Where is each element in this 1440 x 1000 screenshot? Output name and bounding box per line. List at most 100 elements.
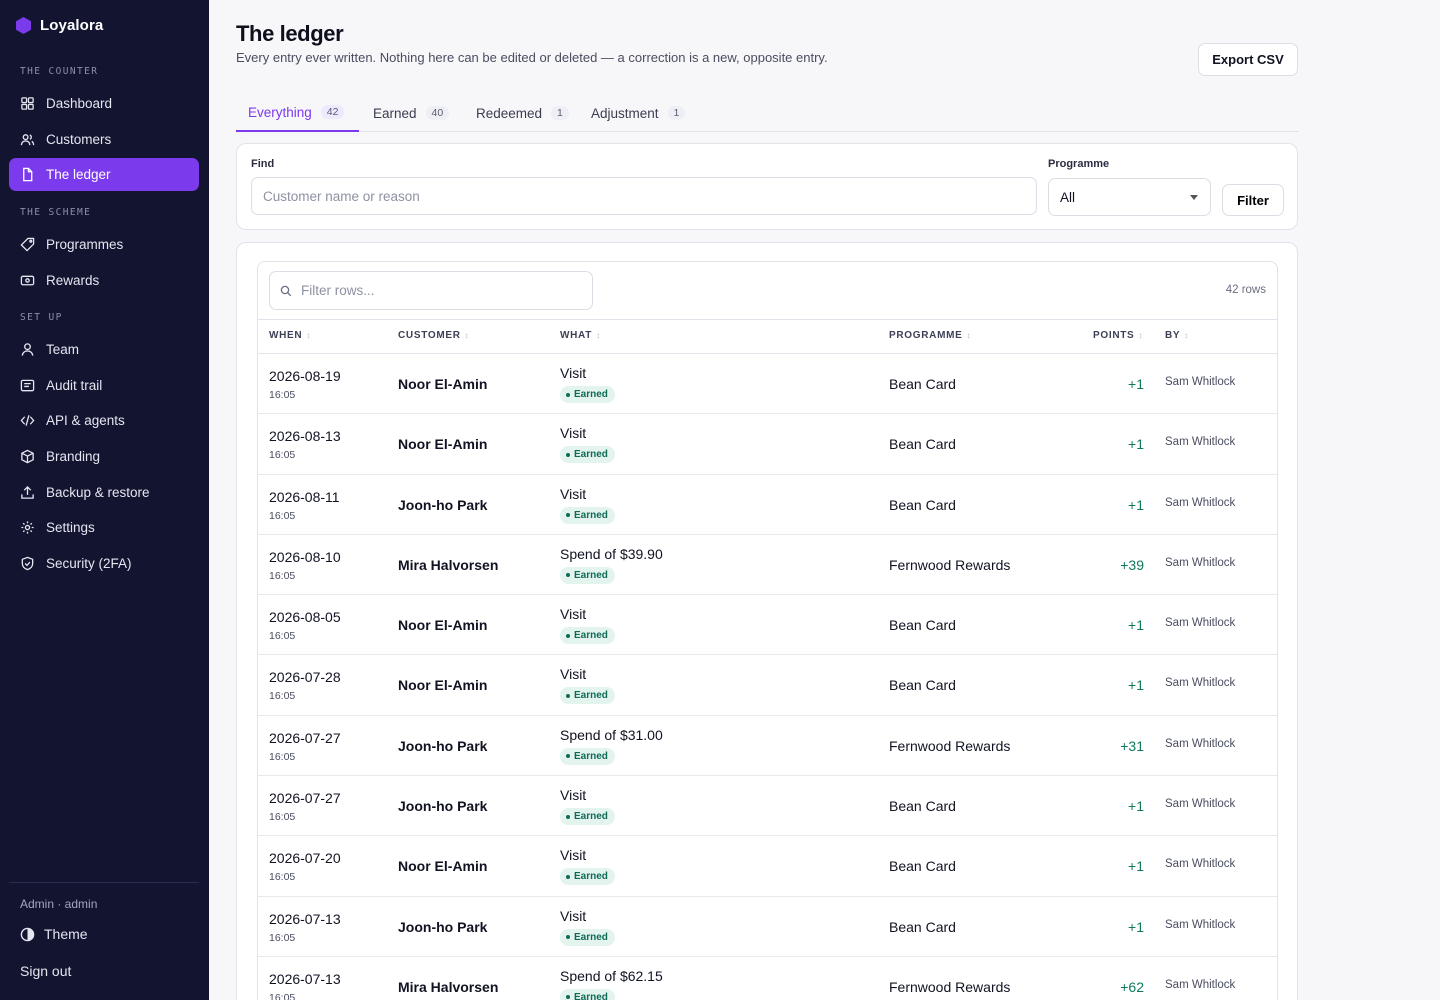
- entry-reason: Spend of $31.00: [560, 726, 663, 743]
- sidebar-item-security[interactable]: Security (2FA): [9, 547, 199, 580]
- customer-name[interactable]: Noor El-Amin: [398, 617, 487, 633]
- entry-type-label: Earned: [574, 991, 608, 1000]
- table-row[interactable]: 2026-07-13 16:05 Mira Halvorsen Spend of…: [258, 957, 1277, 1000]
- table-row[interactable]: 2026-08-13 16:05 Noor El-Amin Visit Earn…: [258, 414, 1277, 475]
- table-row[interactable]: 2026-08-19 16:05 Noor El-Amin Visit Earn…: [258, 354, 1277, 415]
- sidebar-item-label: Backup & restore: [46, 485, 150, 500]
- table-row[interactable]: 2026-08-11 16:05 Joon-ho Park Visit Earn…: [258, 475, 1277, 535]
- tab-everything[interactable]: Everything 42: [236, 94, 359, 132]
- gear-icon: [21, 521, 34, 534]
- table-row[interactable]: 2026-07-27 16:05 Joon-ho Park Visit Earn…: [258, 776, 1277, 837]
- customer-name[interactable]: Joon-ho Park: [398, 919, 487, 935]
- points-value: +1: [1128, 677, 1144, 694]
- table-row[interactable]: 2026-07-13 16:05 Joon-ho Park Visit Earn…: [258, 897, 1277, 957]
- column-header-by[interactable]: BY ↕: [1165, 330, 1189, 341]
- entry-type-label: Earned: [574, 690, 608, 702]
- column-header-when[interactable]: WHEN ↕: [269, 330, 311, 341]
- table-body: 2026-08-19 16:05 Noor El-Amin Visit Earn…: [258, 354, 1277, 1000]
- sidebar-item-label: Programmes: [46, 237, 124, 252]
- entry-type-label: Earned: [574, 811, 608, 823]
- programme-select[interactable]: All: [1048, 178, 1211, 216]
- sidebar-item-label: Dashboard: [46, 96, 113, 111]
- customer-name[interactable]: Mira Halvorsen: [398, 557, 498, 573]
- sidebar-item-label: Settings: [46, 520, 95, 535]
- status-dot-icon: [566, 995, 570, 1000]
- column-label: PROGRAMME: [889, 330, 963, 341]
- status-dot-icon: [566, 513, 570, 518]
- sidebar-item-dashboard[interactable]: Dashboard: [9, 87, 199, 120]
- sidebar-item-programmes[interactable]: Programmes: [9, 228, 199, 261]
- export-csv-button[interactable]: Export CSV: [1198, 43, 1298, 76]
- tag-icon: [20, 237, 35, 252]
- entry-type-label: Earned: [574, 871, 608, 883]
- column-header-programme[interactable]: PROGRAMME ↕: [889, 330, 971, 341]
- column-header-what[interactable]: WHAT ↕: [560, 330, 601, 341]
- find-input[interactable]: [251, 177, 1037, 215]
- programme-select-value: All: [1060, 189, 1076, 205]
- entry-reason: Spend of $62.15: [560, 967, 663, 984]
- table-row[interactable]: 2026-07-27 16:05 Joon-ho Park Spend of $…: [258, 716, 1277, 777]
- customer-name[interactable]: Mira Halvorsen: [398, 979, 498, 995]
- sidebar-item-rewards[interactable]: Rewards: [9, 264, 199, 297]
- sidebar-item-audit-trail[interactable]: Audit trail: [9, 369, 199, 402]
- customer-name[interactable]: Joon-ho Park: [398, 497, 487, 513]
- sidebar-item-backup-restore[interactable]: Backup & restore: [9, 476, 199, 509]
- entry-reason: Visit: [560, 787, 587, 804]
- theme-toggle[interactable]: Theme: [20, 926, 88, 942]
- sidebar-item-ledger[interactable]: The ledger: [9, 158, 199, 191]
- sidebar-item-branding[interactable]: Branding: [9, 440, 199, 473]
- customer-name[interactable]: Joon-ho Park: [398, 738, 487, 754]
- entry-reason: Visit: [560, 606, 587, 623]
- points-value: +1: [1128, 858, 1144, 875]
- sort-icon: ↕: [306, 331, 312, 340]
- page-title: The ledger: [236, 21, 344, 46]
- column-header-points[interactable]: POINTS ↕: [1093, 330, 1143, 341]
- section-label-scheme: The scheme: [20, 207, 92, 218]
- sidebar-item-settings[interactable]: Settings: [9, 511, 199, 544]
- entry-type-badge: Earned: [560, 928, 615, 946]
- entry-reason: Visit: [560, 847, 587, 864]
- sidebar-item-label: The ledger: [46, 167, 111, 182]
- table-row[interactable]: 2026-08-05 16:05 Noor El-Amin Visit Earn…: [258, 595, 1277, 656]
- sort-icon: ↕: [596, 331, 601, 340]
- sidebar-item-api-agents[interactable]: API & agents: [9, 404, 199, 437]
- table-row[interactable]: 2026-07-28 16:05 Noor El-Amin Visit Earn…: [258, 655, 1277, 716]
- customer-name[interactable]: Joon-ho Park: [398, 798, 487, 814]
- find-label: Find: [251, 158, 275, 170]
- programme-name: Bean Card: [889, 376, 956, 392]
- tab-count: 1: [667, 106, 686, 120]
- column-header-customer[interactable]: CUSTOMER ↕: [398, 330, 469, 341]
- brand-logo-icon: [16, 17, 31, 34]
- sidebar-item-team[interactable]: Team: [9, 333, 199, 366]
- entry-date: 2026-07-13: [269, 970, 341, 987]
- filter-button[interactable]: Filter: [1222, 184, 1284, 216]
- entry-author: Sam Whitlock: [1165, 978, 1236, 991]
- table-row[interactable]: 2026-07-20 16:05 Noor El-Amin Visit Earn…: [258, 836, 1277, 897]
- brand[interactable]: Loyalora: [16, 17, 103, 34]
- tab-earned[interactable]: Earned 40: [361, 94, 461, 132]
- row-filter-input[interactable]: [301, 283, 581, 298]
- customer-name[interactable]: Noor El-Amin: [398, 376, 487, 392]
- programme-label: Programme: [1048, 158, 1110, 170]
- sidebar-item-label: Team: [46, 342, 80, 357]
- customer-name[interactable]: Noor El-Amin: [398, 677, 487, 693]
- caret-down-icon: [1190, 195, 1198, 200]
- entry-author: Sam Whitlock: [1165, 617, 1236, 630]
- customer-name[interactable]: Noor El-Amin: [398, 858, 487, 874]
- tab-adjustment[interactable]: Adjustment 1: [579, 94, 697, 132]
- sidebar-item-customers[interactable]: Customers: [9, 123, 199, 156]
- entry-time: 16:05: [269, 811, 296, 824]
- ledger-table-card: 42 rows WHEN↕ CUSTOMER↕ WHAT↕ PROGRAMME↕…: [236, 242, 1298, 1000]
- users-icon: [20, 134, 35, 146]
- entry-type-label: Earned: [574, 389, 608, 400]
- theme-label: Theme: [44, 926, 88, 942]
- table-row[interactable]: 2026-08-10 16:05 Mira Halvorsen Spend of…: [258, 535, 1277, 596]
- entry-date: 2026-07-27: [269, 729, 341, 746]
- tab-count: 1: [551, 106, 569, 120]
- sign-out-link[interactable]: Sign out: [20, 963, 71, 979]
- row-filter[interactable]: [269, 271, 593, 310]
- entry-author: Sam Whitlock: [1165, 737, 1236, 750]
- customer-name[interactable]: Noor El-Amin: [398, 436, 487, 452]
- tab-redeemed[interactable]: Redeemed 1: [464, 94, 581, 132]
- ticket-icon: [20, 275, 35, 286]
